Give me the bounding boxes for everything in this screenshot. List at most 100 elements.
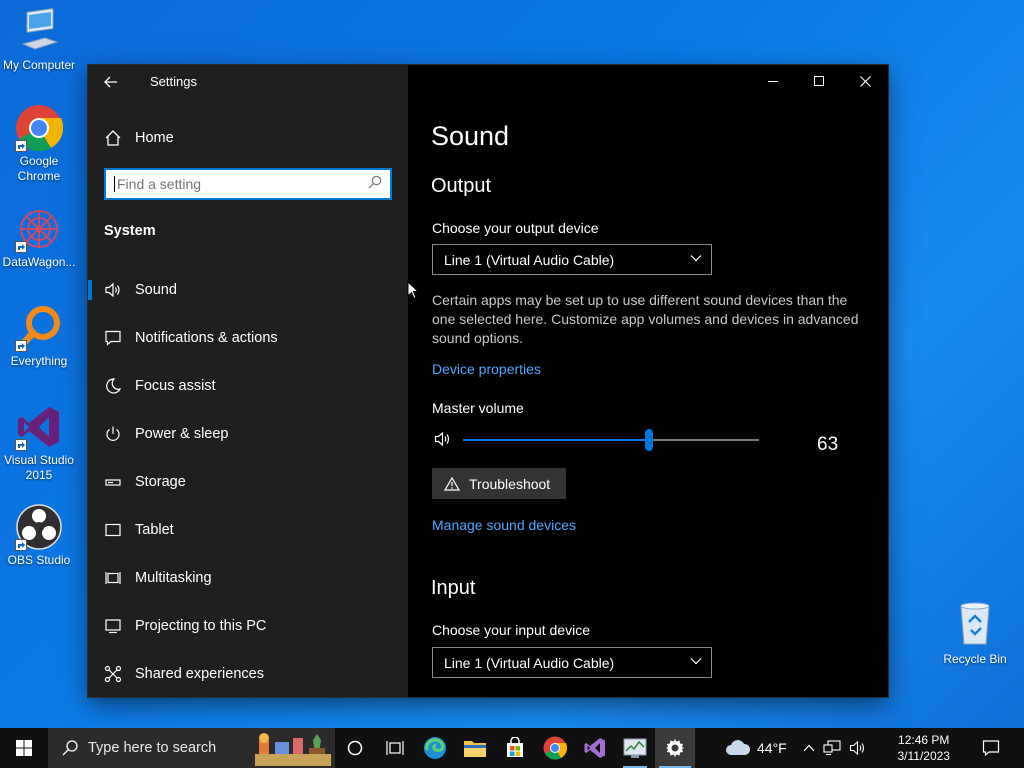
desktop-icon-google-chrome[interactable]: Google Chrome xyxy=(0,104,78,184)
desktop-icon-label: My Computer xyxy=(2,58,76,72)
power-icon xyxy=(104,425,122,443)
taskbar-visual-studio[interactable] xyxy=(575,728,615,768)
edge-icon xyxy=(424,737,446,759)
home-icon xyxy=(104,129,122,147)
desktop-icon-obs-studio[interactable]: OBS Studio xyxy=(0,503,78,568)
shared-icon xyxy=(104,665,122,683)
back-button[interactable] xyxy=(98,71,124,93)
desktop-icon-label: Everything xyxy=(10,354,68,368)
close-icon xyxy=(859,75,871,87)
cortana-button[interactable] xyxy=(335,728,375,768)
weather-temperature: 44°F xyxy=(757,740,787,756)
nav-list: Sound Notifications & actions Focus assi… xyxy=(88,266,408,698)
desktop-icon-my-computer[interactable]: My Computer xyxy=(0,8,78,73)
volume-button[interactable] xyxy=(849,740,867,756)
close-button[interactable] xyxy=(842,65,888,97)
nav-item-projecting[interactable]: Projecting to this PC xyxy=(88,602,408,650)
speaker-icon xyxy=(849,740,864,756)
minimize-button[interactable] xyxy=(750,65,796,97)
back-arrow-icon xyxy=(104,76,117,88)
mouse-cursor-icon xyxy=(407,280,420,305)
shortcut-arrow-icon xyxy=(15,439,27,451)
nav-item-label: Storage xyxy=(135,474,186,490)
folder-icon xyxy=(464,741,486,757)
clock-time: 12:46 PM xyxy=(898,733,950,747)
nav-item-storage[interactable]: Storage xyxy=(88,458,408,506)
desktop-icon-label: Recycle Bin xyxy=(943,652,1007,666)
settings-search-box[interactable] xyxy=(104,168,392,200)
taskbar-chrome[interactable] xyxy=(535,728,575,768)
manage-sound-devices-link[interactable]: Manage sound devices xyxy=(432,517,576,533)
desktop-icon-datawagon[interactable]: DataWagon... xyxy=(0,205,78,270)
taskbar-file-explorer[interactable] xyxy=(455,728,495,768)
output-description: Certain apps may be set up to use differ… xyxy=(432,292,859,346)
slider-fill xyxy=(463,439,650,441)
input-heading: Input xyxy=(431,577,476,599)
notification-icon xyxy=(982,740,999,757)
nav-item-sound[interactable]: Sound xyxy=(88,266,408,314)
slider-thumb[interactable] xyxy=(645,429,654,451)
desktop-icon-label: Google Chrome xyxy=(17,154,61,183)
input-device-label: Choose your input device xyxy=(432,622,590,638)
visual-studio-icon xyxy=(15,403,63,451)
action-center-button[interactable] xyxy=(971,739,1011,757)
nav-item-shared-experiences[interactable]: Shared experiences xyxy=(88,650,408,698)
weather-widget[interactable]: 44°F xyxy=(725,739,787,757)
nav-item-label: Multitasking xyxy=(135,570,212,586)
chevron-up-icon xyxy=(803,744,815,752)
volume-mute-toggle[interactable] xyxy=(434,431,452,452)
troubleshoot-button[interactable]: Troubleshoot xyxy=(432,468,566,499)
task-view-button[interactable] xyxy=(375,728,415,768)
nav-item-notifications[interactable]: Notifications & actions xyxy=(88,314,408,362)
nav-item-label: Tablet xyxy=(135,522,174,538)
taskbar-microsoft-store[interactable] xyxy=(495,728,535,768)
nav-item-label: Notifications & actions xyxy=(135,330,278,346)
warning-icon xyxy=(444,476,460,491)
taskbar-clock[interactable]: 12:46 PM 3/11/2023 xyxy=(889,732,959,764)
taskbar-task-manager[interactable] xyxy=(615,728,655,768)
taskbar-search-placeholder: Type here to search xyxy=(88,740,217,756)
network-button[interactable] xyxy=(823,740,841,756)
nav-item-multitasking[interactable]: Multitasking xyxy=(88,554,408,602)
output-device-value: Line 1 (Virtual Audio Cable) xyxy=(444,251,615,268)
search-input[interactable] xyxy=(117,176,368,192)
input-device-dropdown[interactable]: Line 1 (Virtual Audio Cable) xyxy=(432,647,712,678)
windows-logo-icon xyxy=(16,740,32,756)
taskbar-edge[interactable] xyxy=(415,728,455,768)
device-properties-link[interactable]: Device properties xyxy=(432,361,541,377)
speaker-icon xyxy=(434,431,450,447)
maximize-button[interactable] xyxy=(796,65,842,97)
window-title: Settings xyxy=(150,74,197,89)
tray-overflow-button[interactable] xyxy=(803,744,815,752)
recycle-bin-icon xyxy=(951,600,999,648)
output-heading: Output xyxy=(431,175,492,197)
cloud-icon xyxy=(726,740,751,755)
desktop-icon-recycle-bin[interactable]: Recycle Bin xyxy=(936,600,1014,666)
desktop-icon-label: Visual Studio 2015 xyxy=(4,453,74,482)
taskbar-settings[interactable] xyxy=(655,728,695,768)
output-device-dropdown[interactable]: Line 1 (Virtual Audio Cable) xyxy=(432,244,712,275)
nav-item-focus-assist[interactable]: Focus assist xyxy=(88,362,408,410)
home-nav-item[interactable]: Home xyxy=(104,129,174,147)
message-icon xyxy=(104,329,122,347)
projector-icon xyxy=(104,617,122,635)
nav-item-label: Power & sleep xyxy=(135,426,229,442)
search-icon xyxy=(62,740,78,756)
input-device-value: Line 1 (Virtual Audio Cable) xyxy=(444,654,615,671)
nav-item-power-sleep[interactable]: Power & sleep xyxy=(88,410,408,458)
chevron-down-icon xyxy=(690,658,702,665)
master-volume-slider[interactable] xyxy=(463,429,759,451)
master-volume-value: 63 xyxy=(817,434,839,455)
desktop-icon-everything[interactable]: Everything xyxy=(0,304,78,369)
obs-icon xyxy=(15,503,63,551)
master-volume-label: Master volume xyxy=(432,400,524,416)
text-caret xyxy=(114,176,115,192)
chevron-down-icon xyxy=(690,255,702,262)
section-heading: System xyxy=(104,223,156,239)
system-tray xyxy=(799,740,871,756)
start-button[interactable] xyxy=(0,728,48,768)
desktop-icon-visual-studio[interactable]: Visual Studio 2015 xyxy=(0,403,78,483)
taskbar-search-box[interactable]: Type here to search xyxy=(48,728,335,768)
nav-item-tablet[interactable]: Tablet xyxy=(88,506,408,554)
clock-date: 3/11/2023 xyxy=(897,749,950,763)
